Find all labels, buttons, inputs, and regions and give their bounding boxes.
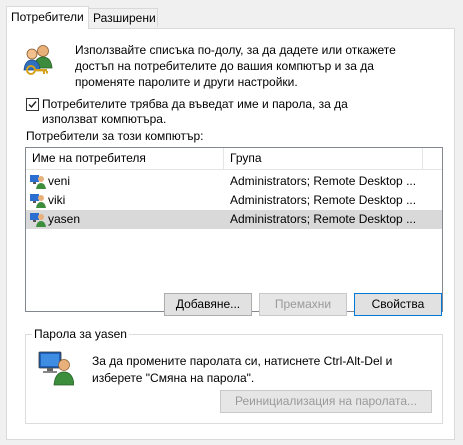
column-header-username[interactable]: Име на потребителя: [26, 148, 224, 169]
password-group-title: Парола за yasen: [32, 327, 129, 341]
users-panel: Използвайте списъка по-долу, за да дадет…: [6, 28, 455, 440]
add-button[interactable]: Добавяне...: [164, 293, 252, 316]
user-group: Administrators; Remote Desktop ...: [230, 212, 417, 226]
user-name: yasen: [48, 212, 81, 226]
user-group: Administrators; Remote Desktop ...: [230, 193, 417, 207]
user-name: viki: [48, 193, 66, 207]
password-change-instructions: За да промените паролата си, натиснете C…: [92, 354, 393, 385]
password-groupbox: Парола за yasen За да промените паролата…: [25, 327, 443, 424]
table-row[interactable]: viki Administrators; Remote Desktop ...: [26, 191, 442, 210]
users-list-label: Потребители за този компютър:: [26, 129, 204, 143]
user-group: Administrators; Remote Desktop ...: [230, 174, 417, 188]
table-row-selected[interactable]: yasen Administrators; Remote Desktop ...: [26, 210, 442, 229]
properties-button[interactable]: Свойства: [354, 293, 442, 316]
users-key-icon: [21, 43, 57, 77]
user-name: veni: [48, 174, 71, 188]
tab-advanced[interactable]: Разширени: [88, 8, 158, 27]
user-icon: [30, 212, 46, 233]
require-login-checkbox[interactable]: [26, 98, 39, 111]
list-header: Име на потребителя Група: [26, 148, 442, 170]
user-computer-icon: [38, 350, 75, 386]
users-listview[interactable]: Име на потребителя Група veni Administra…: [25, 147, 443, 312]
tab-users[interactable]: Потребители: [6, 6, 89, 29]
require-login-label: Потребителите трябва да въведат име и па…: [42, 97, 348, 126]
intro-text: Използвайте списъка по-долу, за да дадет…: [75, 43, 396, 89]
column-header-group[interactable]: Група: [224, 148, 442, 169]
table-row[interactable]: veni Administrators; Remote Desktop ...: [26, 172, 442, 191]
remove-button[interactable]: Премахни: [259, 293, 347, 316]
reset-password-button[interactable]: Реинициализация на паролата...: [220, 390, 432, 413]
column-divider: [422, 148, 423, 169]
